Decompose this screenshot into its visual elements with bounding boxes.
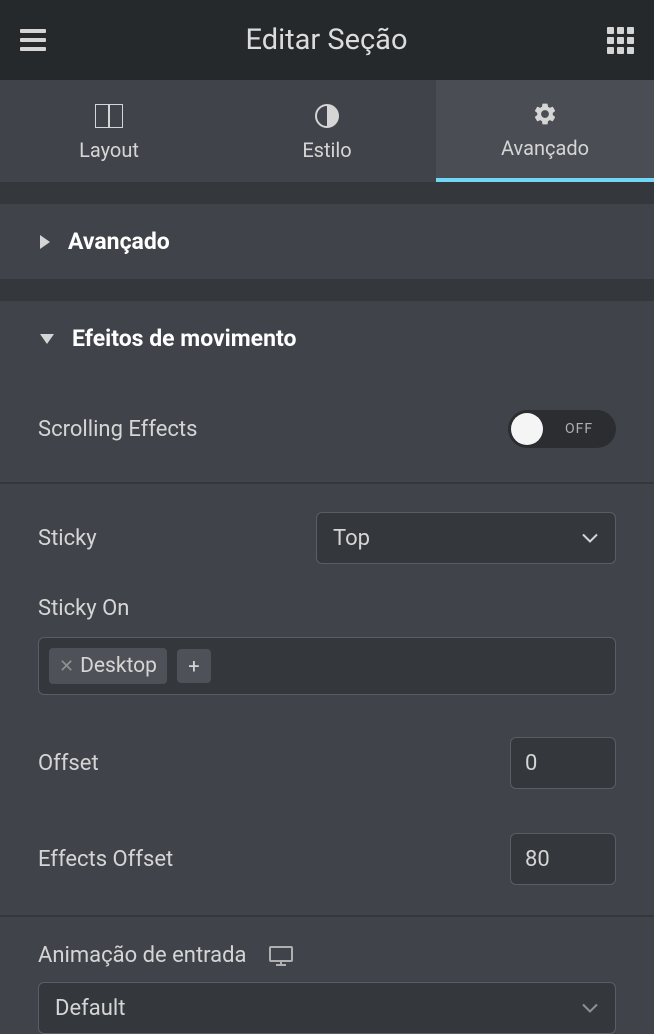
- tab-layout[interactable]: Layout: [0, 80, 218, 182]
- gear-icon: [532, 102, 558, 126]
- tag-desktop: ✕ Desktop: [49, 648, 167, 684]
- section-title: Efeitos de movimento: [72, 325, 296, 352]
- tab-style[interactable]: Estilo: [218, 80, 436, 182]
- tab-label: Avançado: [501, 136, 589, 160]
- panel-title: Editar Seção: [246, 23, 408, 57]
- sticky-on-label: Sticky On: [38, 596, 616, 621]
- entrance-animation-label-row: Animação de entrada: [38, 943, 616, 968]
- chevron-down-icon: [40, 334, 54, 344]
- toggle-knob: [511, 413, 543, 445]
- entrance-animation-select[interactable]: Default: [38, 982, 616, 1034]
- spacer: [0, 182, 654, 204]
- tag-label: Desktop: [80, 654, 157, 678]
- tab-label: Estilo: [302, 138, 351, 162]
- tab-advanced[interactable]: Avançado: [436, 80, 654, 182]
- tag-remove-icon[interactable]: ✕: [59, 656, 74, 677]
- sticky-on-block: Sticky On ✕ Desktop +: [0, 586, 654, 715]
- scrolling-effects-row: Scrolling Effects OFF: [0, 376, 654, 482]
- offset-input[interactable]: [510, 737, 616, 789]
- menu-icon[interactable]: [20, 29, 46, 51]
- entrance-animation-label: Animação de entrada: [38, 943, 247, 968]
- offset-row: Offset: [0, 715, 654, 811]
- effects-offset-input[interactable]: [510, 833, 616, 885]
- chevron-right-icon: [40, 235, 50, 249]
- sticky-select[interactable]: Top: [316, 512, 616, 564]
- section-advanced-header[interactable]: Avançado: [0, 204, 654, 279]
- section-title: Avançado: [68, 228, 170, 255]
- entrance-animation-select-wrap: Default: [38, 982, 616, 1034]
- sticky-label: Sticky: [38, 526, 97, 551]
- apps-grid-icon[interactable]: [607, 27, 634, 54]
- effects-offset-label: Effects Offset: [38, 847, 173, 872]
- tag-add-button[interactable]: +: [177, 649, 211, 683]
- motion-effects-content: Scrolling Effects OFF Sticky Top Sticky …: [0, 376, 654, 1034]
- desktop-icon[interactable]: [269, 946, 293, 966]
- tab-label: Layout: [79, 138, 139, 162]
- entrance-animation-block: Animação de entrada Default: [0, 917, 654, 1034]
- toggle-state: OFF: [565, 421, 593, 437]
- scrolling-effects-toggle[interactable]: OFF: [508, 410, 616, 448]
- columns-icon: [95, 104, 123, 128]
- panel-header: Editar Seção: [0, 0, 654, 80]
- offset-label: Offset: [38, 751, 99, 776]
- sticky-on-tags[interactable]: ✕ Desktop +: [38, 637, 616, 695]
- scrolling-effects-label: Scrolling Effects: [38, 417, 197, 442]
- effects-offset-row: Effects Offset: [0, 811, 654, 915]
- sticky-select-wrap: Top: [316, 512, 616, 564]
- spacer: [0, 279, 654, 301]
- tabs: Layout Estilo Avançado: [0, 80, 654, 182]
- sticky-row: Sticky Top: [0, 484, 654, 586]
- section-motion-header[interactable]: Efeitos de movimento: [0, 301, 654, 376]
- contrast-icon: [315, 104, 339, 128]
